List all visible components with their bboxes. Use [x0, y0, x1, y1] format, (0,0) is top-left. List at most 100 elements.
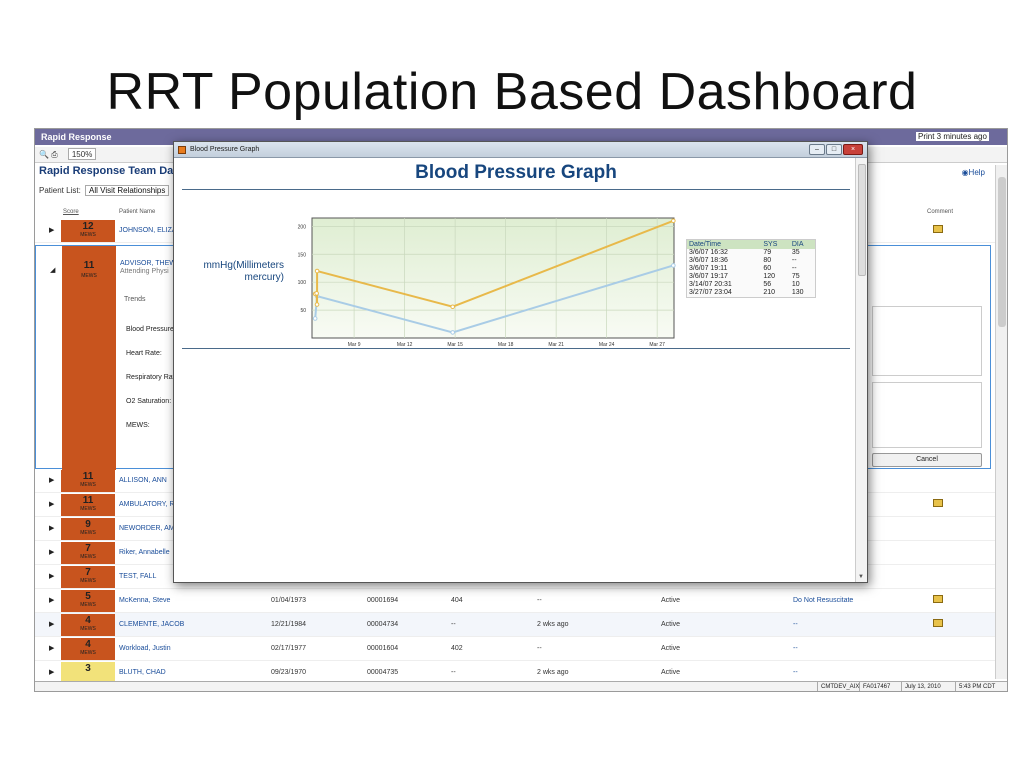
table-cell: 130: [791, 288, 804, 296]
cell-code[interactable]: --: [793, 645, 798, 652]
column-header-name[interactable]: Patient Name: [119, 209, 155, 215]
table-row: 3/6/07 19:17 120 75: [687, 273, 816, 281]
comment-note-icon[interactable]: [933, 619, 943, 627]
expand-arrow-icon[interactable]: ▶: [49, 620, 54, 628]
vital-heart-rate[interactable]: Heart Rate:: [126, 350, 162, 357]
close-button[interactable]: ×: [843, 144, 863, 155]
print-icon[interactable]: ⎙: [51, 150, 57, 159]
scrollbar-thumb[interactable]: [998, 177, 1006, 327]
print-refresh[interactable]: Print 3 minutes ago: [916, 132, 989, 141]
table-cell: --: [791, 256, 797, 264]
score-unit: MEWS: [81, 273, 97, 279]
expand-arrow-icon[interactable]: ▶: [49, 226, 54, 234]
patient-name[interactable]: McKenna, Steve: [119, 597, 170, 604]
table-cell: --: [791, 264, 797, 272]
comment-note-icon[interactable]: [933, 499, 943, 507]
scrollbar-thumb[interactable]: [858, 164, 866, 276]
table-cell: 3/27/07 23:04: [689, 288, 732, 296]
cell-code[interactable]: --: [793, 621, 798, 628]
table-cell: 3/6/07 18:36: [689, 256, 728, 264]
cell-code[interactable]: Do Not Resuscitate: [793, 597, 853, 604]
score-badge: 11 MEWS: [61, 494, 115, 516]
cell-mrn: 00004734: [367, 621, 399, 628]
score-badge: 7 MEWS: [61, 566, 115, 588]
expand-arrow-icon[interactable]: ▶: [49, 668, 54, 676]
patient-name[interactable]: ADVISOR, THEW: [120, 260, 176, 267]
vital-blood-pressure[interactable]: Blood Pressure: [126, 326, 174, 333]
find-icon[interactable]: 🔍: [39, 150, 49, 159]
maximize-button[interactable]: □: [826, 144, 842, 155]
expand-arrow-icon[interactable]: ▶: [49, 548, 54, 556]
collapse-arrow-icon[interactable]: ◢: [50, 266, 55, 274]
table-cell: 10: [791, 280, 800, 288]
cell-mrn: 00001694: [367, 597, 399, 604]
dialog-titlebar[interactable]: Blood Pressure Graph: [174, 142, 867, 158]
chart-y-label: mmHg(Millimeters mercury): [203, 260, 284, 283]
table-row[interactable]: ▶ 4 MEWS Workload, Justin 02/17/1977 00001604…: [35, 637, 995, 661]
column-header-score[interactable]: Score: [63, 209, 79, 215]
table-row[interactable]: ▶ 5 MEWS McKenna, Steve 01/04/1973 00001694 40…: [35, 589, 995, 613]
vital-respiratory-rate[interactable]: Respiratory Rat: [126, 374, 175, 381]
table-cell: 56: [763, 280, 772, 288]
cell-los: --: [537, 645, 542, 652]
table-row: 3/6/07 16:32 79 35: [687, 249, 816, 257]
score-value: 4: [85, 639, 91, 650]
comment-note-icon[interactable]: [933, 225, 943, 233]
cancel-button[interactable]: Cancel: [872, 453, 982, 467]
help-link[interactable]: ◉Help: [962, 168, 985, 177]
patient-name[interactable]: NEWORDER, AM: [119, 525, 175, 532]
divider: [182, 348, 850, 349]
cell-dob: 01/04/1973: [271, 597, 307, 604]
expand-arrow-icon[interactable]: ▶: [49, 524, 54, 532]
slide-title: RRT Population Based Dashboard: [106, 63, 918, 121]
detail-panel: [872, 306, 982, 376]
data-point-sys: [671, 218, 676, 224]
dialog-scrollbar[interactable]: ▼: [855, 158, 867, 582]
cell-los: 2 wks ago: [537, 621, 569, 628]
patient-name[interactable]: JOHNSON, ELIZA: [119, 227, 177, 234]
score-badge: 11 MEWS: [61, 470, 115, 492]
zoom-select[interactable]: 150%: [67, 148, 97, 160]
patient-name[interactable]: CLEMENTE, JACOB: [119, 621, 184, 628]
vital-o2-saturation[interactable]: O2 Saturation:: [126, 398, 171, 405]
patient-name[interactable]: ALLISON, ANN: [119, 477, 167, 484]
vertical-scrollbar[interactable]: [995, 165, 1007, 679]
expand-arrow-icon[interactable]: ▶: [49, 644, 54, 652]
patient-list-select[interactable]: All Visit Relationships: [85, 185, 170, 196]
data-point-sys: [314, 268, 320, 274]
cell-status: Active: [661, 645, 681, 652]
vital-mews[interactable]: MEWS:: [126, 422, 150, 429]
column-header: Date/Time: [686, 239, 762, 249]
data-point-sys: [314, 302, 320, 307]
attending-physician: Attending Physi: [120, 268, 169, 275]
table-cell: 80: [763, 256, 772, 264]
score-badge: 12 MEWS: [61, 220, 115, 242]
patient-name[interactable]: Workload, Justin: [119, 645, 171, 652]
cell-dob: 09/23/1970: [271, 669, 307, 676]
minimize-button[interactable]: –: [809, 144, 825, 155]
scroll-down-icon[interactable]: ▼: [858, 574, 864, 580]
patient-list-filter: Patient List: All Visit Relationships: [39, 185, 170, 196]
app-title: Rapid Response: [41, 132, 112, 142]
cell-code[interactable]: --: [793, 669, 798, 676]
score-unit: MEWS: [80, 602, 96, 608]
expand-arrow-icon[interactable]: ▶: [49, 476, 54, 484]
patient-name[interactable]: TEST, FALL: [119, 573, 156, 580]
cell-los: --: [537, 597, 542, 604]
status-date: July 13, 2010: [901, 682, 944, 691]
cell-status: Active: [661, 621, 681, 628]
score-value: 11: [83, 260, 95, 271]
expand-arrow-icon[interactable]: ▶: [49, 596, 54, 604]
column-header-comment[interactable]: Comment: [927, 209, 953, 215]
slide: RRT Population Based Dashboard Rapid Res…: [0, 0, 1024, 768]
status-bar: CMTDEV_AIX FA017467 July 13, 2010 5:43 P…: [35, 681, 1007, 691]
table-cell: 79: [763, 248, 772, 256]
comment-note-icon[interactable]: [933, 595, 943, 603]
patient-name[interactable]: AMBULATORY, R: [119, 501, 175, 508]
score-badge: 5 MEWS: [61, 590, 115, 612]
table-row[interactable]: ▶ 4 MEWS CLEMENTE, JACOB 12/21/1984 00004734 -…: [35, 613, 995, 637]
patient-name[interactable]: Riker, Annabelle: [119, 549, 170, 556]
expand-arrow-icon[interactable]: ▶: [49, 572, 54, 580]
expand-arrow-icon[interactable]: ▶: [49, 500, 54, 508]
patient-name[interactable]: BLUTH, CHAD: [119, 669, 166, 676]
